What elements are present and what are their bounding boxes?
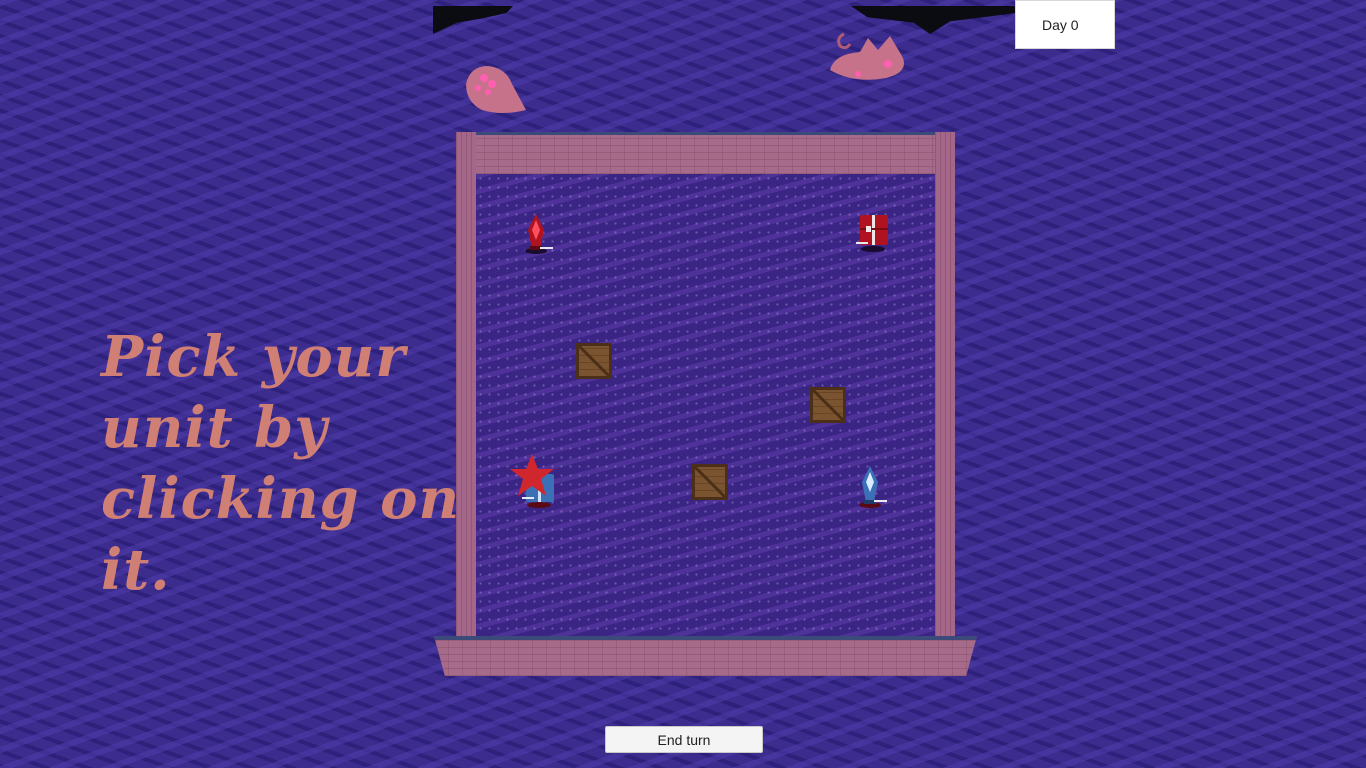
pink-paw-creature <box>466 66 526 113</box>
arena-wall-top <box>456 132 955 174</box>
blue-lancer-icon[interactable] <box>854 464 890 510</box>
pink-cat-creature <box>830 32 904 80</box>
instruction-text: Pick your unit by clicking on it. <box>101 324 461 603</box>
end-turn-button[interactable]: End turn <box>605 726 763 753</box>
red-shield-icon[interactable] <box>854 212 892 254</box>
arena-wall-right <box>935 132 955 638</box>
day-counter-label: Day 0 <box>1042 17 1079 33</box>
crate-obstacle <box>810 387 846 423</box>
crate-obstacle <box>576 343 612 379</box>
arena-wall-bottom <box>434 636 977 676</box>
red-lancer-icon[interactable] <box>520 212 556 256</box>
crate-obstacle <box>692 464 728 500</box>
day-counter-panel: Day 0 <box>1015 0 1115 49</box>
top-left-scribble <box>433 6 513 34</box>
